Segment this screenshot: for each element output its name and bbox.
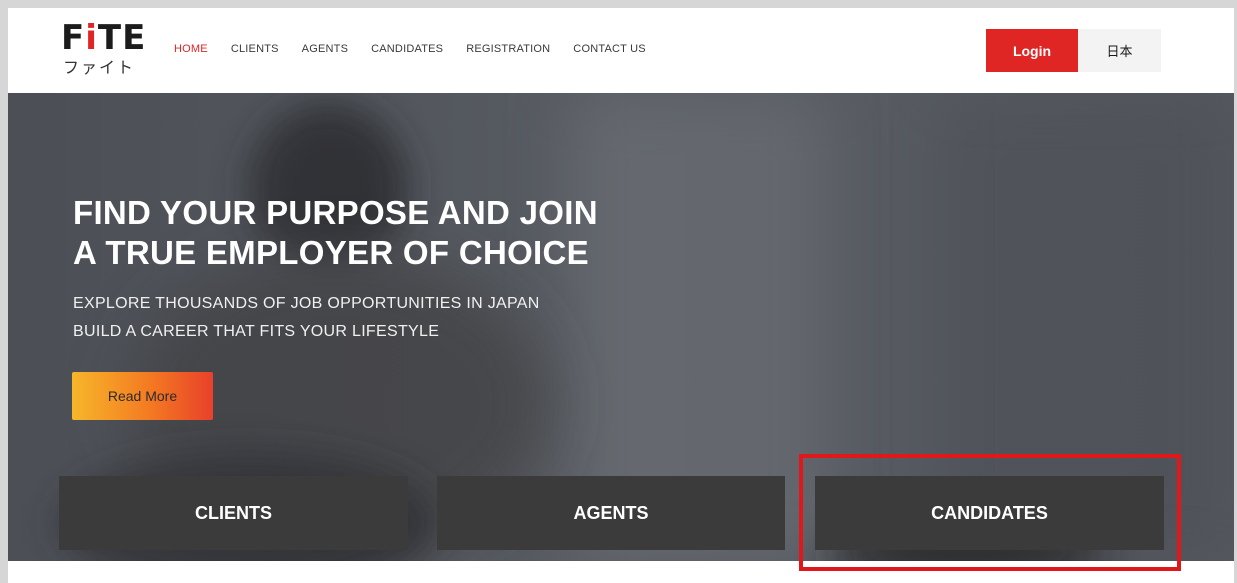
read-more-button[interactable]: Read More <box>72 372 213 420</box>
hero-subtitle: EXPLORE THOUSANDS OF JOB OPPORTUNITIES I… <box>73 290 540 346</box>
hero-subtitle-line-1: EXPLORE THOUSANDS OF JOB OPPORTUNITIES I… <box>73 295 540 312</box>
nav-agents[interactable]: AGENTS <box>302 43 348 55</box>
nav-clients[interactable]: CLIENTS <box>231 43 279 55</box>
screenshot-frame-top <box>0 0 1237 8</box>
nav-candidates[interactable]: CANDIDATES <box>371 43 443 55</box>
agents-tile[interactable]: AGENTS <box>437 476 785 550</box>
site-header: FiTE ファイト HOME CLIENTS AGENTS CANDIDATES… <box>8 8 1234 93</box>
language-toggle-button[interactable]: 日本 <box>1078 29 1161 72</box>
nav-contact-us[interactable]: CONTACT US <box>573 43 646 55</box>
hero-title-line-2: A TRUE EMPLOYER OF CHOICE <box>73 234 589 271</box>
logo-katakana: ファイト <box>63 58 136 77</box>
hero-subtitle-line-2: BUILD A CAREER THAT FITS YOUR LIFESTYLE <box>73 323 440 340</box>
screenshot-frame-left <box>0 0 8 583</box>
login-button[interactable]: Login <box>986 29 1078 72</box>
logo-accent-letter: i <box>85 18 98 58</box>
hero-title: FIND YOUR PURPOSE AND JOIN A TRUE EMPLOY… <box>73 193 713 273</box>
clients-tile[interactable]: CLIENTS <box>59 476 408 550</box>
nav-registration[interactable]: REGISTRATION <box>466 43 550 55</box>
main-nav: HOME CLIENTS AGENTS CANDIDATES REGISTRAT… <box>174 43 669 55</box>
logo-wordmark: FiTE <box>61 18 147 58</box>
fite-logo[interactable]: FiTE ファイト <box>61 20 151 82</box>
hero-title-line-1: FIND YOUR PURPOSE AND JOIN <box>73 194 598 231</box>
candidates-highlight-box <box>799 454 1181 571</box>
nav-home[interactable]: HOME <box>174 43 208 55</box>
